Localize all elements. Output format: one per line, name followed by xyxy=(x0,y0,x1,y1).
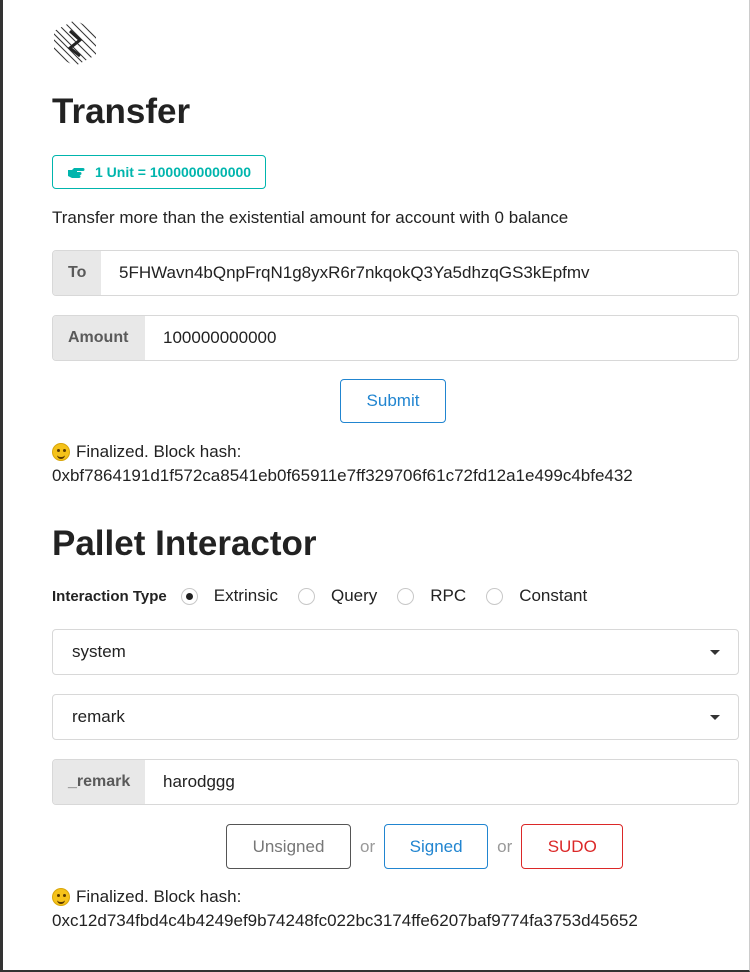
radio-query-label: Query xyxy=(330,586,378,605)
radio-constant-circle[interactable] xyxy=(486,587,504,605)
radio-extrinsic-label: Extrinsic xyxy=(213,586,278,605)
interaction-type-group: Interaction Type Extrinsic Query RPC Con… xyxy=(52,586,607,606)
pallet-status: Finalized. Block hash: 0xc12d734fbd4c4b4… xyxy=(52,885,638,933)
signed-button[interactable]: Signed xyxy=(384,824,489,869)
remark-label: _remark xyxy=(53,760,145,804)
callable-select[interactable]: remark xyxy=(52,694,739,740)
sudo-button[interactable]: SUDO xyxy=(521,824,624,869)
radio-extrinsic[interactable]: Extrinsic xyxy=(180,586,278,606)
substrate-logo-icon xyxy=(52,18,98,68)
unsigned-button[interactable]: Unsigned xyxy=(226,824,351,869)
pallet-status-text: Finalized. Block hash: xyxy=(76,887,242,906)
submit-button[interactable]: Submit xyxy=(340,379,446,423)
chevron-down-icon xyxy=(710,650,720,655)
transfer-block-hash: 0xbf7864191d1f572ca8541eb0f65911e7ff3297… xyxy=(52,466,633,485)
to-address-field[interactable]: To 5FHWavn4bQnpFrqN1g8yxR6r7nkqokQ3Ya5dh… xyxy=(52,250,739,296)
winking-face-icon xyxy=(52,888,70,906)
unit-conversion-label: 1 Unit = 1000000000000 xyxy=(52,155,267,189)
submit-button-group: Unsigned or Signed or SUDO xyxy=(226,824,624,869)
transfer-status: Finalized. Block hash: 0xbf7864191d1f572… xyxy=(52,440,633,488)
or-separator: or xyxy=(360,836,376,856)
hand-pointing-icon xyxy=(68,168,85,178)
unit-conversion-text: 1 Unit = 1000000000000 xyxy=(95,164,252,180)
amount-field[interactable]: Amount 100000000000 xyxy=(52,315,739,361)
amount-label: Amount xyxy=(53,316,145,360)
pallet-select-value: system xyxy=(72,642,126,661)
radio-constant-label: Constant xyxy=(519,586,588,605)
radio-rpc-circle[interactable] xyxy=(397,587,415,605)
to-address-input[interactable]: 5FHWavn4bQnpFrqN1g8yxR6r7nkqokQ3Ya5dhzqG… xyxy=(101,251,738,295)
remark-param-field[interactable]: _remark harodggg xyxy=(52,759,739,805)
pallet-block-hash: 0xc12d734fbd4c4b4249ef9b74248fc022bc3174… xyxy=(52,911,638,930)
radio-query[interactable]: Query xyxy=(297,586,378,606)
pallet-select[interactable]: system xyxy=(52,629,739,675)
remark-input[interactable]: harodggg xyxy=(145,760,738,804)
radio-rpc[interactable]: RPC xyxy=(397,586,466,606)
to-label: To xyxy=(53,251,101,295)
radio-query-circle[interactable] xyxy=(297,587,315,605)
winking-face-icon xyxy=(52,443,70,461)
chevron-down-icon xyxy=(710,715,720,720)
transfer-title: Transfer xyxy=(52,92,191,131)
transfer-status-text: Finalized. Block hash: xyxy=(76,442,242,461)
transfer-hint: Transfer more than the existential amoun… xyxy=(52,208,569,227)
radio-extrinsic-circle[interactable] xyxy=(180,587,198,605)
interaction-type-label: Interaction Type xyxy=(52,587,167,605)
callable-select-value: remark xyxy=(72,707,125,726)
amount-input[interactable]: 100000000000 xyxy=(145,316,738,360)
or-separator: or xyxy=(497,836,513,856)
pallet-interactor-title: Pallet Interactor xyxy=(52,524,317,563)
radio-rpc-label: RPC xyxy=(430,586,467,605)
radio-constant[interactable]: Constant xyxy=(486,586,587,606)
